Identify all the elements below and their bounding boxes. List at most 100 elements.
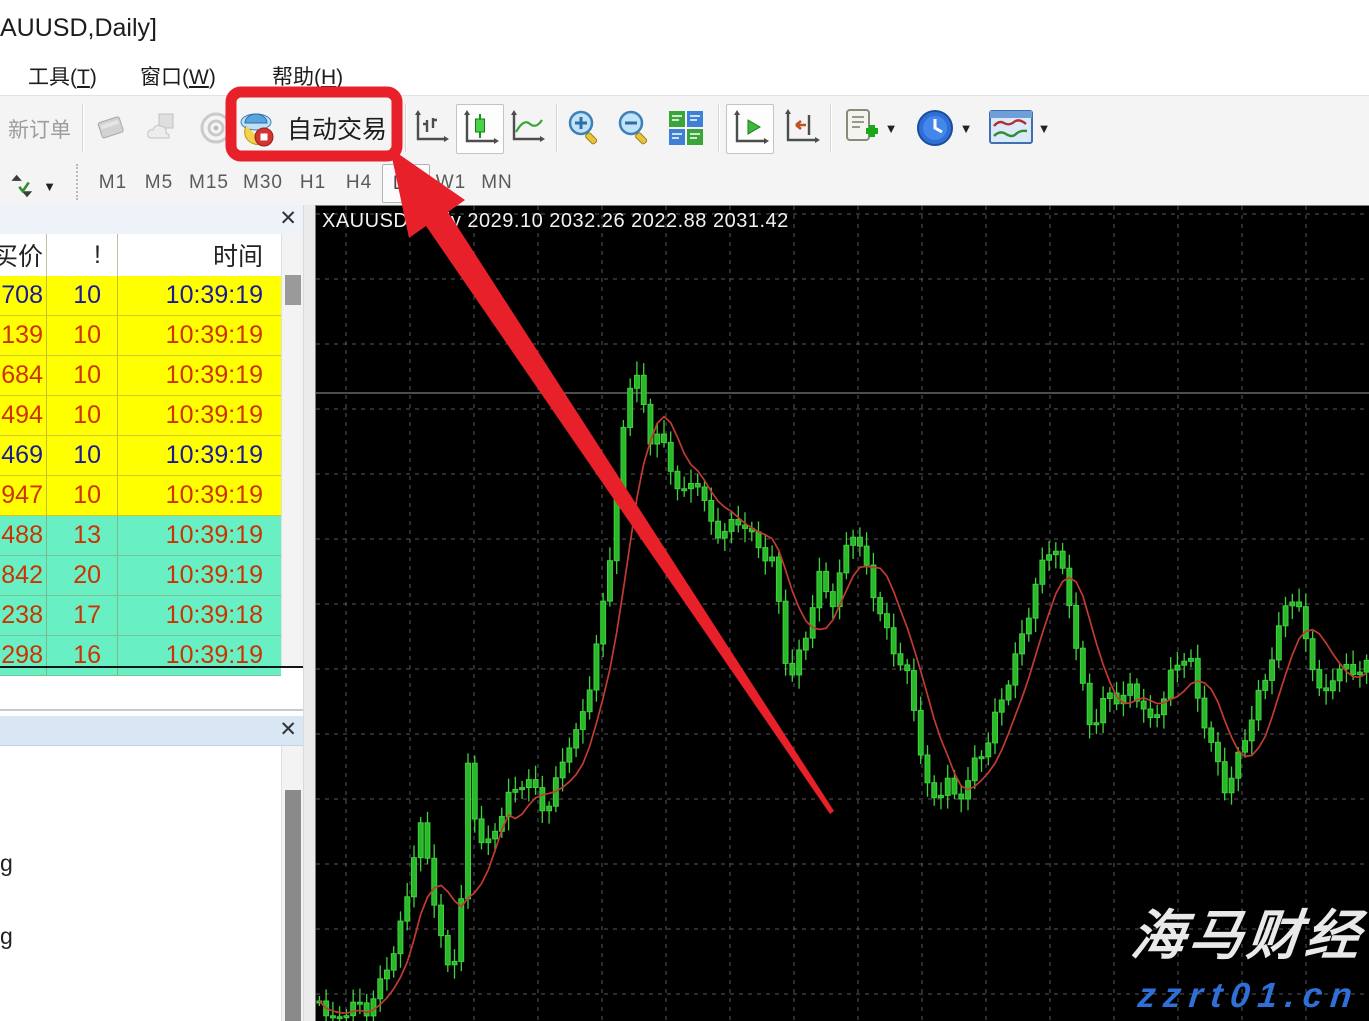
zoom-in-icon[interactable] (562, 104, 606, 152)
watermark-url: zzrt01.cn (1136, 976, 1362, 1016)
table-cell: 10:39:19 (118, 396, 281, 435)
timeframe-h1[interactable]: H1 (290, 164, 336, 201)
table-cell: 684 (0, 356, 47, 395)
timeframe-m15[interactable]: M15 (182, 164, 236, 201)
market-watch-rows: 7081010:39:191391010:39:196841010:39:194… (0, 276, 281, 676)
indicators-button[interactable]: ▼ (838, 104, 900, 152)
close-icon[interactable]: ✕ (279, 207, 297, 231)
chart-shift-icon[interactable] (778, 104, 824, 152)
toolbar-separator (405, 104, 407, 152)
window-title: AUUSD,Daily] (0, 14, 157, 43)
timeframe-m5[interactable]: M5 (136, 164, 182, 201)
list-item[interactable]: g (0, 850, 13, 877)
line-chart-icon[interactable] (506, 104, 548, 152)
table-row[interactable]: 4691010:39:19 (0, 436, 281, 476)
table-cell: 238 (0, 596, 47, 635)
title-bar: AUUSD,Daily] (0, 0, 1369, 55)
table-cell: 708 (0, 276, 47, 315)
table-cell: 10:39:19 (118, 516, 281, 555)
scrollbar-thumb[interactable] (285, 790, 301, 1021)
toolbar-standard: 新订单 自动交易 (0, 95, 1369, 161)
table-cell: 842 (0, 556, 47, 595)
market-watch-header: ✕ (0, 205, 303, 235)
toolbar-separator (718, 104, 720, 152)
left-panels: ✕ 买价 ! 时间 7081010:39:191391010:39:196841… (0, 205, 303, 1021)
zoom-out-icon[interactable] (612, 104, 656, 152)
navigator-scrollbar[interactable] (281, 746, 304, 1021)
timeframe-d1[interactable]: D1 (382, 164, 430, 203)
table-row[interactable]: 6841010:39:19 (0, 356, 281, 396)
table-cell: 13 (47, 516, 118, 555)
symbols-button[interactable]: ▼ (8, 162, 56, 210)
table-cell: 10 (47, 396, 118, 435)
periods-button[interactable]: ▼ (912, 104, 974, 152)
table-cell: 469 (0, 436, 47, 475)
table-row[interactable]: 7081010:39:19 (0, 276, 281, 316)
menu-window[interactable]: 窗口(W) (140, 61, 216, 91)
toolbar-timeframes: ▼ M1M5M15M30H1H4D1W1MN (0, 160, 1369, 206)
table-cell: 10 (47, 316, 118, 355)
table-cell: 10:39:19 (118, 276, 281, 315)
table-cell: 298 (0, 636, 47, 675)
table-cell: 10:39:18 (118, 596, 281, 635)
table-cell: 10:39:19 (118, 556, 281, 595)
table-cell: 488 (0, 516, 47, 555)
new-order-button[interactable]: 新订单 (8, 114, 71, 144)
table-row[interactable]: 4941010:39:19 (0, 396, 281, 436)
autotrading-button[interactable]: 自动交易 (237, 102, 387, 154)
timeframe-m1[interactable]: M1 (90, 164, 136, 201)
tile-windows-icon[interactable] (662, 104, 710, 152)
table-cell: 10:39:19 (118, 356, 281, 395)
table-cell: 10 (47, 276, 118, 315)
table-cell: 10:39:19 (118, 636, 281, 675)
table-cell: 10:39:19 (118, 476, 281, 515)
timeframe-m30[interactable]: M30 (236, 164, 290, 201)
toolbar-separator (82, 104, 84, 152)
menu-help[interactable]: 帮助(H) (272, 61, 343, 91)
panel-divider (0, 709, 303, 712)
column-header-time[interactable]: 时间 (118, 234, 281, 276)
table-cell: 10:39:19 (118, 316, 281, 355)
toolbar-separator (556, 104, 558, 152)
table-row[interactable]: 4881310:39:19 (0, 516, 281, 556)
timeframe-h4[interactable]: H4 (336, 164, 382, 201)
list-item[interactable]: g (0, 923, 13, 950)
autotrading-icon (237, 108, 277, 148)
market-watch-column-headers: 买价 ! 时间 (0, 234, 281, 277)
toolbar-separator (830, 104, 832, 152)
market-watch-scrollbar[interactable] (281, 234, 304, 666)
table-row[interactable]: 2981610:39:19 (0, 636, 281, 676)
table-cell: 10 (47, 476, 118, 515)
toolbar-drag-handle[interactable] (76, 164, 81, 200)
column-header-bid[interactable]: 买价 (0, 234, 47, 276)
broadcast-icon[interactable] (194, 104, 238, 152)
table-row[interactable]: 1391010:39:19 (0, 316, 281, 356)
timeframe-mn[interactable]: MN (474, 164, 520, 201)
templates-caret-icon: ▼ (1038, 121, 1051, 136)
chart-window[interactable]: XAUUSD,Daily 2029.10 2032.26 2022.88 203… (315, 205, 1369, 1021)
templates-button[interactable]: ▼ (986, 104, 1052, 152)
market-watch-icon[interactable] (90, 104, 134, 152)
bar-chart-icon[interactable] (410, 104, 452, 152)
table-end-line (0, 666, 303, 668)
close-icon[interactable]: ✕ (279, 718, 297, 742)
column-header-excl[interactable]: ! (47, 234, 118, 276)
table-row[interactable]: 9471010:39:19 (0, 476, 281, 516)
table-cell: 139 (0, 316, 47, 355)
table-row[interactable]: 2381710:39:18 (0, 596, 281, 636)
timeframe-w1[interactable]: W1 (428, 164, 474, 201)
menu-bar: 工具(T) 窗口(W) 帮助(H) (0, 55, 1369, 95)
scrollbar-thumb[interactable] (285, 275, 301, 305)
watermark-brand: 海马财经 (1128, 891, 1368, 970)
menu-tools[interactable]: 工具(T) (28, 61, 97, 91)
periods-caret-icon: ▼ (960, 121, 973, 136)
candlestick-chart-icon[interactable] (456, 104, 504, 154)
indicators-caret-icon: ▼ (885, 121, 898, 136)
data-window-icon[interactable] (142, 104, 186, 152)
auto-scroll-icon[interactable] (726, 104, 774, 154)
mt4-window: { "window": { "title": "AUUSD,Daily]" },… (0, 0, 1369, 1021)
table-cell: 10 (47, 356, 118, 395)
table-cell: 10 (47, 436, 118, 475)
navigator-header: ✕ (0, 716, 303, 746)
table-row[interactable]: 8422010:39:19 (0, 556, 281, 596)
